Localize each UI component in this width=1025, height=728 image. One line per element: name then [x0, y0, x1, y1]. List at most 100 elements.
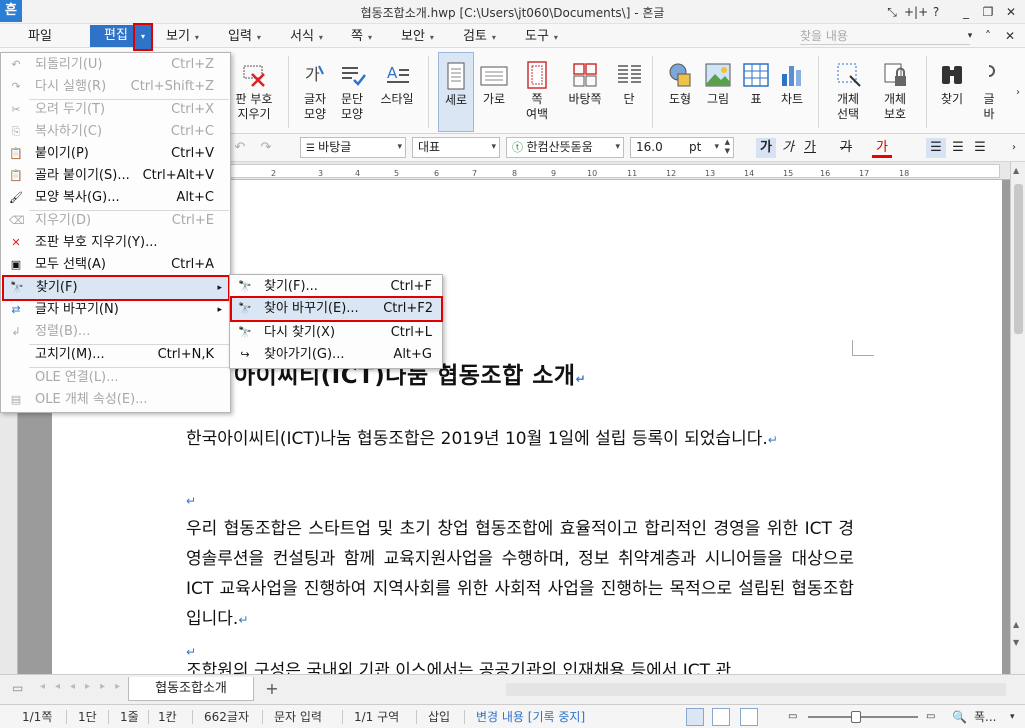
clear-markup-button[interactable]: 판 부호 지우기 [228, 52, 280, 132]
menu-ole-properties[interactable]: ▤ OLE 개체 속성(E)... [3, 389, 228, 411]
scroll-up-icon[interactable]: ▲ [1013, 166, 1019, 175]
object-select-button[interactable]: 개체 선택 [826, 52, 870, 132]
zoom-slider-handle[interactable] [851, 711, 861, 723]
italic-button[interactable]: 가 [778, 138, 798, 158]
search-icon[interactable]: 🔍 [952, 709, 967, 725]
size-stepper-icon[interactable]: ▲ ▼ [725, 138, 730, 156]
master-page-button[interactable]: 바탕쪽 [562, 52, 608, 132]
menu-format-painter[interactable]: 🖌 모양 복사(G)... Alt+C [3, 187, 228, 209]
find-button[interactable]: 찾기 [932, 52, 972, 132]
menu-clear-markup[interactable]: ✕ 조판 부호 지우기(Y)... [3, 232, 228, 254]
page-margin-button[interactable]: 쪽 여백 [516, 52, 558, 132]
add-tab-button[interactable]: + [262, 679, 282, 699]
columns-button[interactable]: 단 [612, 52, 646, 132]
vertical-scrollbar[interactable]: ▲ ▲ ▼ [1010, 162, 1025, 674]
menu-paste[interactable]: 📋 붙이기(P) Ctrl+V [3, 143, 228, 165]
menu-select-all[interactable]: ▣ 모두 선택(A) Ctrl+A [3, 254, 228, 276]
tab-nav-icons[interactable]: ◂◂◂▸▸▸ [40, 681, 130, 692]
paragraph-3[interactable]: 조합원의 구성은 국내외 기관 이스에서는 공공기관의 인재채용 등에서 ICT… [186, 660, 854, 674]
menu-security[interactable]: 보안 ▾ [401, 27, 434, 47]
align-justify-icon[interactable]: ☰ [926, 138, 946, 158]
bold-button[interactable]: 가 [756, 138, 776, 158]
undo-small-icon[interactable]: ↶ [230, 138, 250, 158]
font-select[interactable]: ⓣ 한컴산뜻돋움 ▾ [506, 137, 624, 158]
paragraph-1[interactable]: 한국아이씨티(ICT)나눔 협동조합은 2019년 10월 1일에 설립 등록이… [186, 424, 854, 455]
strike-button[interactable]: 가 [836, 138, 856, 158]
zoom-value[interactable]: 폭... [974, 709, 996, 725]
submenu-goto[interactable]: ↪ 찾아가기(G)... Alt+G [232, 344, 440, 366]
shape-button[interactable]: 도형 [660, 52, 700, 132]
para-shape-button[interactable]: 문단 모양 [334, 52, 370, 132]
paragraph-2[interactable]: 우리 협동조합은 스타트업 및 초기 창업 협동조합에 효율적이고 합리적인 경… [186, 514, 854, 635]
language-select[interactable]: 대표 ▾ [412, 137, 500, 158]
menu-file[interactable]: 파일 [28, 27, 52, 47]
status-page[interactable]: 1/1쪽 [22, 709, 52, 725]
fullscreen-icon[interactable]: ⤡ [882, 3, 902, 21]
ribbon-scroll-right-icon[interactable]: › [1008, 84, 1025, 102]
help-icon[interactable]: ? [926, 3, 946, 21]
menu-insert[interactable]: 입력 ▾ [228, 27, 261, 47]
zoom-dropdown-icon[interactable]: ▾ [1010, 709, 1015, 725]
zoom-slider[interactable] [808, 716, 918, 718]
horizontal-scrollbar[interactable] [506, 683, 1006, 696]
menu-sort[interactable]: ↲ 정렬(B)... [3, 321, 228, 343]
menu-redo[interactable]: ↷ 다시 실행(R) Ctrl+Shift+Z [3, 76, 228, 98]
char-replace-button[interactable]: 글 바 [976, 52, 1002, 132]
redo-small-icon[interactable]: ↷ [256, 138, 276, 158]
scrollbar-thumb[interactable] [1014, 184, 1023, 334]
zoom-in-icon[interactable]: ▭ [926, 709, 935, 725]
font-size-field[interactable]: 16.0 pt ▾ ▲ ▼ [630, 137, 734, 158]
landscape-button[interactable]: 가로 [476, 52, 512, 132]
chart-button[interactable]: 차트 [774, 52, 810, 132]
object-protect-button[interactable]: 개체 보호 [872, 52, 918, 132]
status-input-mode[interactable]: 문자 입력 [274, 709, 322, 725]
style-select[interactable]: ☰ 바탕글 ▾ [300, 137, 406, 158]
search-input[interactable]: 찾을 내용 [800, 27, 970, 45]
align-left-icon[interactable]: ☰ [948, 138, 968, 158]
menu-undo[interactable]: ↶ 되돌리기(U) Ctrl+Z [3, 54, 228, 76]
menu-delete[interactable]: ⌫ 지우기(D) Ctrl+E [3, 210, 228, 232]
font-color-button[interactable]: 가 [872, 138, 892, 158]
format-more-icon[interactable]: › [1004, 138, 1024, 158]
view-fit-icon[interactable] [712, 708, 730, 726]
picture-button[interactable]: 그림 [700, 52, 736, 132]
menu-find[interactable]: 🔭 찾기(F) ▸ [2, 275, 230, 301]
minimize-button[interactable]: _ [956, 3, 976, 21]
close-doc-icon[interactable]: ✕ [1000, 27, 1020, 45]
menu-tools[interactable]: 도구 ▾ [525, 27, 558, 47]
underline-button[interactable]: 가 [800, 138, 820, 158]
edit-menu-arrow-button[interactable]: ▾ [133, 23, 153, 51]
style-button[interactable]: A 스타일 [374, 52, 420, 132]
tab-document[interactable]: 협동조합소개 [128, 677, 254, 701]
view-page-icon[interactable] [686, 708, 704, 726]
collapse-up-icon[interactable]: ˄ [978, 27, 998, 45]
table-button[interactable]: 표 [740, 52, 772, 132]
align-right-icon[interactable]: ☰ [970, 138, 990, 158]
menu-char-replace[interactable]: ⇄ 글자 바꾸기(N) ▸ [3, 299, 228, 321]
menu-view[interactable]: 보기 ▾ [166, 27, 199, 47]
tab-list-icon[interactable]: ▭ [12, 681, 23, 695]
zoom-out-icon[interactable]: ▭ [788, 709, 797, 725]
portrait-button[interactable]: 세로 [438, 52, 474, 132]
char-shape-button[interactable]: 가 글자 모양 [298, 52, 332, 132]
menu-format[interactable]: 서식 ▾ [290, 27, 323, 47]
menu-ole-link[interactable]: OLE 연결(L)... [3, 367, 228, 389]
search-dropdown-icon[interactable]: ▾ [960, 27, 980, 45]
split-view-icon[interactable]: +|+ [904, 3, 928, 21]
menu-page[interactable]: 쪽 ▾ [351, 27, 372, 47]
close-button[interactable]: ✕ [1001, 3, 1021, 21]
submenu-find[interactable]: 🔭 찾기(F)... Ctrl+F [232, 276, 440, 298]
menu-cut[interactable]: ✂ 오려 두기(T) Ctrl+X [3, 99, 228, 121]
menu-copy[interactable]: ⎘ 복사하기(C) Ctrl+C [3, 121, 228, 143]
status-insert-mode[interactable]: 삽입 [428, 709, 450, 725]
page-up-icon[interactable]: ▲ [1013, 620, 1019, 629]
menu-paste-special[interactable]: 📋 골라 붙이기(S)... Ctrl+Alt+V [3, 165, 228, 187]
submenu-find-again[interactable]: 🔭 다시 찾기(X) Ctrl+L [232, 322, 440, 344]
menu-review[interactable]: 검토 ▾ [463, 27, 496, 47]
menu-edit-object[interactable]: 고치기(M)... Ctrl+N,K [3, 344, 228, 366]
submenu-find-replace[interactable]: 🔭 찾아 바꾸기(E)... Ctrl+F2 [230, 296, 443, 322]
maximize-button[interactable]: ❐ [978, 3, 998, 21]
view-multi-icon[interactable] [740, 708, 758, 726]
status-track-changes[interactable]: 변경 내용 [기록 중지] [476, 709, 585, 725]
page-down-icon[interactable]: ▼ [1013, 638, 1019, 647]
